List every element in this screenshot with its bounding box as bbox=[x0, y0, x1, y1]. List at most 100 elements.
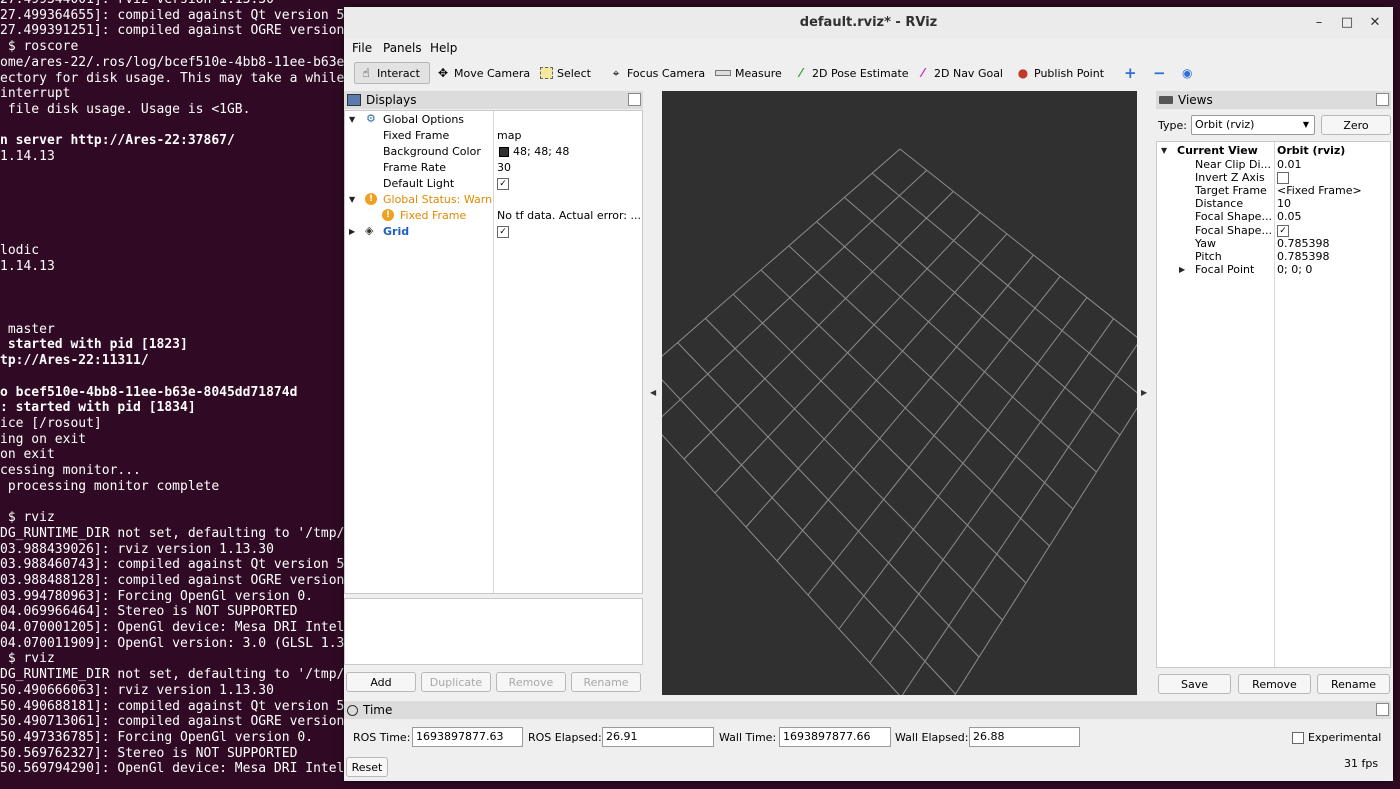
view-property-label: Distance bbox=[1195, 197, 1244, 211]
terminal-line: 03.988488128]: compiled against OGRE ver… bbox=[0, 572, 345, 588]
tree-row-current-view[interactable]: ▼ Current View Orbit (rviz) bbox=[1157, 143, 1390, 158]
save-view-button[interactable]: Save bbox=[1158, 674, 1231, 694]
nav-goal-tool-button[interactable]: ⁄ 2D Nav Goal bbox=[912, 62, 1007, 84]
select-tool-button[interactable]: Select bbox=[536, 62, 595, 84]
grid-line bbox=[662, 379, 956, 695]
tree-row-status-fixed-frame[interactable]: ! Fixed Frame No tf data. Actual error: … bbox=[345, 208, 642, 223]
collapsed-arrow-icon[interactable]: ▶ bbox=[349, 227, 355, 236]
view-property-value[interactable]: 0.05 bbox=[1277, 210, 1302, 223]
background-color-label: Background Color bbox=[383, 145, 481, 158]
tree-row-default-light[interactable]: Default Light ✓ bbox=[345, 176, 642, 191]
undock-button[interactable] bbox=[628, 93, 641, 106]
ros-time-field[interactable]: 1693897877.63 bbox=[412, 727, 523, 747]
expand-arrow-icon[interactable]: ▼ bbox=[349, 195, 355, 204]
gear-icon: ⚙ bbox=[366, 112, 376, 125]
expand-arrow-icon[interactable]: ▼ bbox=[349, 115, 355, 124]
terminal-line: tp://Ares-22:11311/ bbox=[0, 353, 149, 369]
rename-display-button[interactable]: Rename bbox=[571, 672, 641, 692]
views-tree: ▼ Current View Orbit (rviz) Near Clip Di… bbox=[1156, 141, 1391, 668]
background-color-value[interactable]: 48; 48; 48 bbox=[513, 145, 569, 158]
view-property-value[interactable]: 10 bbox=[1277, 197, 1291, 210]
interact-tool-button[interactable]: ☝ Interact bbox=[354, 62, 430, 84]
maximize-button[interactable]: □ bbox=[1338, 14, 1356, 32]
current-view-value: Orbit (rviz) bbox=[1277, 144, 1346, 157]
measure-tool-button[interactable]: Measure bbox=[711, 62, 786, 84]
reset-button[interactable]: Reset bbox=[346, 757, 388, 777]
undock-button[interactable] bbox=[1376, 703, 1389, 716]
terminal-line: ing on exit bbox=[0, 431, 87, 447]
grid-eye-icon: ◈ bbox=[365, 224, 374, 237]
tree-row-fixed-frame[interactable]: Fixed Frame map bbox=[345, 128, 642, 143]
remove-view-button[interactable]: Remove bbox=[1238, 674, 1311, 694]
experimental-label: Experimental bbox=[1308, 731, 1382, 744]
terminal-line: $ roscore bbox=[0, 39, 79, 55]
terminal-line: 27.499364655]: compiled against Qt versi… bbox=[0, 7, 345, 23]
frame-rate-value[interactable]: 30 bbox=[497, 161, 511, 174]
remove-display-button[interactable]: Remove bbox=[496, 672, 566, 692]
rename-view-button[interactable]: Rename bbox=[1317, 674, 1390, 694]
wall-time-field[interactable]: 1693897877.66 bbox=[779, 727, 891, 747]
displays-tree: ▼ ⚙ Global Options Fixed Frame map Backg… bbox=[344, 110, 643, 594]
focal-point-value[interactable]: 0; 0; 0 bbox=[1277, 263, 1312, 276]
view-property-value[interactable]: 0.785398 bbox=[1277, 237, 1330, 250]
default-light-checkbox[interactable]: ✓ bbox=[497, 178, 509, 190]
expand-arrow-icon[interactable]: ▼ bbox=[1161, 146, 1167, 155]
interact-label: Interact bbox=[377, 66, 420, 80]
zero-view-button[interactable]: Zero bbox=[1321, 115, 1391, 135]
displays-title: Displays bbox=[366, 93, 417, 107]
publish-point-tool-button[interactable]: ● Publish Point bbox=[1012, 62, 1108, 84]
tree-row-grid[interactable]: ▶ ◈ Grid ✓ bbox=[345, 224, 642, 239]
terminal-line: 04.070011909]: OpenGl version: 3.0 (GLSL… bbox=[0, 635, 345, 651]
view-property-label: Invert Z Axis bbox=[1195, 171, 1265, 185]
title-bar[interactable]: default.rviz* - RViz – □ ✕ bbox=[344, 7, 1393, 39]
fixed-frame-value[interactable]: map bbox=[497, 129, 521, 142]
view-property-value[interactable]: 0.01 bbox=[1277, 158, 1302, 171]
grid-line bbox=[807, 275, 1061, 596]
close-button[interactable]: ✕ bbox=[1366, 14, 1384, 32]
time-title: Time bbox=[363, 703, 393, 717]
move-camera-tool-button[interactable]: ✥ Move Camera bbox=[432, 62, 534, 84]
wall-time-label: Wall Time: bbox=[719, 731, 777, 744]
map-pin-icon: ● bbox=[1017, 66, 1029, 80]
view-tool-icon[interactable]: ◉ bbox=[1178, 62, 1196, 84]
render-3d-view[interactable] bbox=[662, 91, 1137, 695]
collapsed-arrow-icon[interactable]: ▶ bbox=[1179, 265, 1185, 274]
view-property-value[interactable]: 0.785398 bbox=[1277, 250, 1330, 263]
tree-row-background-color[interactable]: Background Color 48; 48; 48 bbox=[345, 144, 642, 159]
terminal-line: 50.569762327]: Stereo is NOT SUPPORTED bbox=[0, 745, 298, 761]
pose-estimate-label: 2D Pose Estimate bbox=[812, 66, 909, 80]
terminal-line: n server http://Ares-22:37867/ bbox=[0, 133, 235, 149]
wall-elapsed-field[interactable]: 26.88 bbox=[969, 727, 1080, 747]
terminal-line: 27.499344001]: rviz version 1.13.30 bbox=[0, 0, 274, 8]
duplicate-display-button[interactable]: Duplicate bbox=[421, 672, 491, 692]
add-tool-icon[interactable]: + bbox=[1120, 62, 1141, 84]
menu-file[interactable]: File bbox=[352, 41, 372, 55]
ros-elapsed-field[interactable]: 26.91 bbox=[602, 727, 714, 747]
toolbar: ☝ Interact ✥ Move Camera Select ⌖ Focus Cam… bbox=[344, 58, 1393, 90]
pose-estimate-tool-button[interactable]: ⁄ 2D Pose Estimate bbox=[790, 62, 913, 84]
grid-enabled-checkbox[interactable]: ✓ bbox=[497, 226, 509, 238]
collapse-right-arrow-icon[interactable]: ▶ bbox=[1141, 388, 1147, 397]
grid-line bbox=[662, 148, 901, 357]
experimental-checkbox[interactable] bbox=[1292, 732, 1304, 744]
terminal-line: 03.988460743]: compiled against Qt versi… bbox=[0, 557, 345, 573]
tree-row-global-status[interactable]: ▼ ! Global Status: Warn bbox=[345, 192, 642, 207]
menu-help[interactable]: Help bbox=[430, 41, 457, 55]
tree-row-global-options[interactable]: ▼ ⚙ Global Options bbox=[345, 112, 642, 127]
undock-button[interactable] bbox=[1376, 93, 1389, 106]
terminal-line: on exit bbox=[0, 447, 55, 463]
add-display-button[interactable]: Add bbox=[346, 672, 416, 692]
menu-panels[interactable]: Panels bbox=[383, 41, 422, 55]
remove-tool-icon[interactable]: − bbox=[1149, 62, 1170, 84]
status-fixed-frame-label: Fixed Frame bbox=[400, 209, 467, 222]
focus-camera-tool-button[interactable]: ⌖ Focus Camera bbox=[605, 62, 709, 84]
terminal-line: 50.490666063]: rviz version 1.13.30 bbox=[0, 682, 274, 698]
view-property-value[interactable]: <Fixed Frame> bbox=[1277, 184, 1362, 197]
monitor-icon bbox=[347, 94, 361, 106]
tree-row-frame-rate[interactable]: Frame Rate 30 bbox=[345, 160, 642, 175]
view-type-select[interactable]: Orbit (rviz) ▼ bbox=[1191, 115, 1315, 135]
collapse-left-arrow-icon[interactable]: ◀ bbox=[650, 388, 656, 397]
tree-row-focal-point[interactable]: ▶ Focal Point 0; 0; 0 bbox=[1157, 262, 1390, 277]
time-panel-header: Time bbox=[344, 701, 1391, 719]
minimize-button[interactable]: – bbox=[1310, 14, 1328, 32]
